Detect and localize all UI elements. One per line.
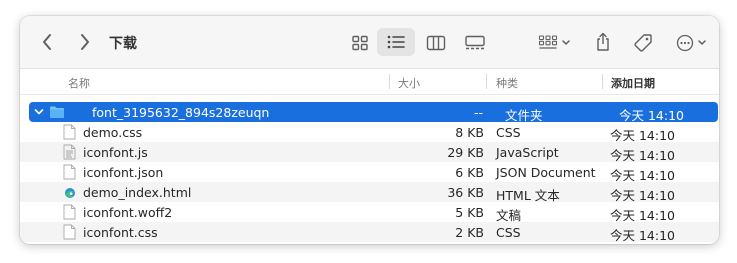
grid-view-icon [352,35,368,51]
icon-view-button[interactable] [346,30,374,56]
column-view-icon [426,35,446,51]
file-kind: CSS [496,125,521,140]
file-row[interactable]: iconfont.woff2 5 KB 文稿 今天 14:10 [20,202,719,223]
document-icon [63,124,76,140]
file-row[interactable]: iconfont.js 29 KB JavaScript 今天 14:10 [20,142,719,163]
folder-row[interactable]: font_3195632_894s28zeuqn -- 文件夹 今天 14:10 [29,102,718,123]
group-icon [538,35,557,49]
more-button[interactable] [671,30,711,56]
file-name: font_3195632_894s28zeuqn [92,105,270,120]
script-icon [63,144,76,160]
file-size: 6 KB [455,165,484,180]
file-row[interactable]: iconfont.css 2 KB CSS 今天 14:10 [20,222,719,243]
list-view-icon [387,35,405,49]
file-kind: JSON Document [496,165,596,180]
file-name: demo.css [83,125,143,140]
folder-icon [50,106,64,118]
column-header-name[interactable]: 名称 [68,75,90,91]
file-kind: CSS [496,225,521,240]
column-divider[interactable] [389,74,390,89]
finder-window: 下载 名称 大小 种类 添加日期 font_3195632_894s28zeuq… [20,16,719,244]
disclosure-chevron-icon[interactable] [34,107,44,117]
chevron-down-icon [697,40,706,45]
file-name: demo_index.html [83,185,192,200]
file-size: 5 KB [455,205,484,220]
tag-icon [634,34,652,52]
share-button[interactable] [590,28,616,56]
column-header: 名称 大小 种类 添加日期 [20,69,719,95]
chevron-right-icon [81,34,89,50]
column-header-kind[interactable]: 种类 [496,75,518,91]
file-name: iconfont.js [83,145,148,160]
window-title: 下载 [109,36,137,52]
file-kind: JavaScript [496,145,559,160]
more-icon [676,34,693,52]
file-size: 2 KB [455,225,484,240]
file-list: font_3195632_894s28zeuqn -- 文件夹 今天 14:10… [20,102,719,243]
file-size: 29 KB [447,145,484,160]
group-button[interactable] [534,30,574,56]
share-icon [597,32,609,51]
document-icon [63,164,76,180]
tag-button[interactable] [629,29,657,57]
column-header-date[interactable]: 添加日期 [611,75,655,91]
gallery-view-button[interactable] [460,30,490,56]
column-divider[interactable] [602,74,603,89]
file-name: iconfont.woff2 [83,205,173,220]
chevron-left-icon [43,34,51,50]
file-size: 36 KB [447,185,484,200]
document-icon [63,204,76,220]
toolbar: 下载 [20,16,719,69]
list-view-button[interactable] [377,28,415,56]
column-header-size[interactable]: 大小 [398,75,420,91]
edge-html-icon [65,188,75,198]
file-date: 今天 14:10 [610,228,675,243]
file-row[interactable]: demo.css 8 KB CSS 今天 14:10 [20,122,719,143]
file-name: iconfont.css [83,225,158,240]
column-divider[interactable] [486,74,487,89]
forward-button[interactable] [74,30,96,54]
back-button[interactable] [36,30,58,54]
chevron-down-icon [561,40,570,45]
document-icon [63,224,76,240]
file-row[interactable]: demo_index.html 36 KB HTML 文本 今天 14:10 [20,182,719,203]
column-view-button[interactable] [422,30,450,56]
file-row[interactable]: iconfont.json 6 KB JSON Document 今天 14:1… [20,162,719,183]
gallery-view-icon [465,35,485,50]
file-size: 8 KB [455,125,484,140]
file-size: -- [473,105,483,120]
file-name: iconfont.json [83,165,164,180]
